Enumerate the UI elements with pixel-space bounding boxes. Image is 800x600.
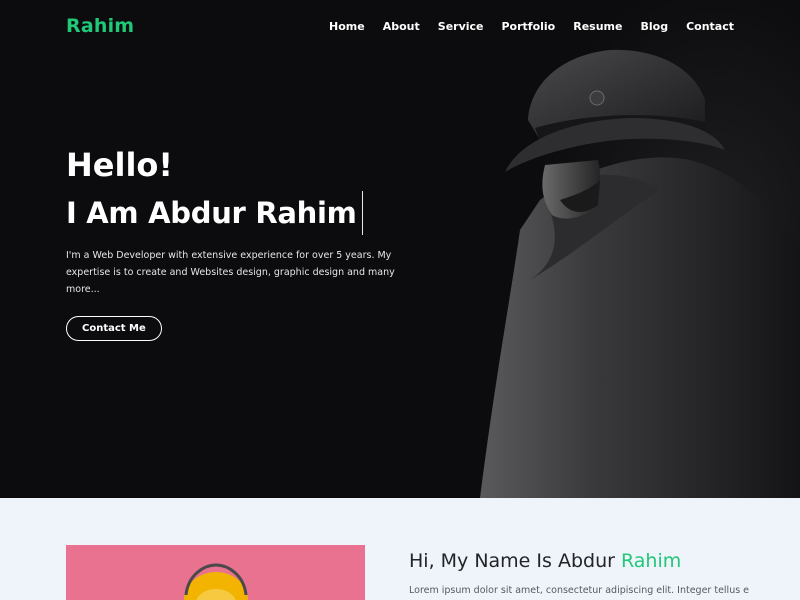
nav-item-blog[interactable]: Blog [640, 20, 668, 33]
hero-greeting: Hello! [66, 146, 173, 184]
nav-item-home[interactable]: Home [329, 20, 365, 33]
nav-links: Home About Service Portfolio Resume Blog… [329, 20, 734, 33]
hero-description: I'm a Web Developer with extensive exper… [66, 250, 395, 295]
about-photo-image [66, 545, 365, 600]
about-title-accent: Rahim [620, 550, 682, 572]
nav-item-service[interactable]: Service [438, 20, 484, 33]
nav-item-portfolio[interactable]: Portfolio [502, 20, 556, 33]
contact-me-button[interactable]: Contact Me [66, 316, 162, 341]
about-title-prefix: Hi, My Name Is Abdur [409, 550, 621, 572]
hero-content: Hello! I Am Abdur Rahim I'm a Web Develo… [66, 145, 426, 341]
about-title: Hi, My Name Is Abdur Rahim [409, 550, 681, 572]
typing-cursor [361, 191, 363, 235]
hero-section: Rahim Home About Service Portfolio Resum… [0, 0, 800, 498]
about-section: Hi, My Name Is Abdur Rahim Lorem ipsum d… [0, 498, 800, 600]
nav-item-contact[interactable]: Contact [686, 20, 734, 33]
brand-logo[interactable]: Rahim [66, 15, 134, 37]
about-photo [66, 545, 365, 600]
nav-item-resume[interactable]: Resume [573, 20, 622, 33]
nav-item-about[interactable]: About [383, 20, 420, 33]
hero-name: I Am Abdur Rahim [66, 196, 357, 230]
hero-name-row: I Am Abdur Rahim [66, 191, 426, 235]
about-text: Lorem ipsum dolor sit amet, consectetur … [409, 585, 749, 596]
navbar: Rahim Home About Service Portfolio Resum… [0, 0, 800, 52]
